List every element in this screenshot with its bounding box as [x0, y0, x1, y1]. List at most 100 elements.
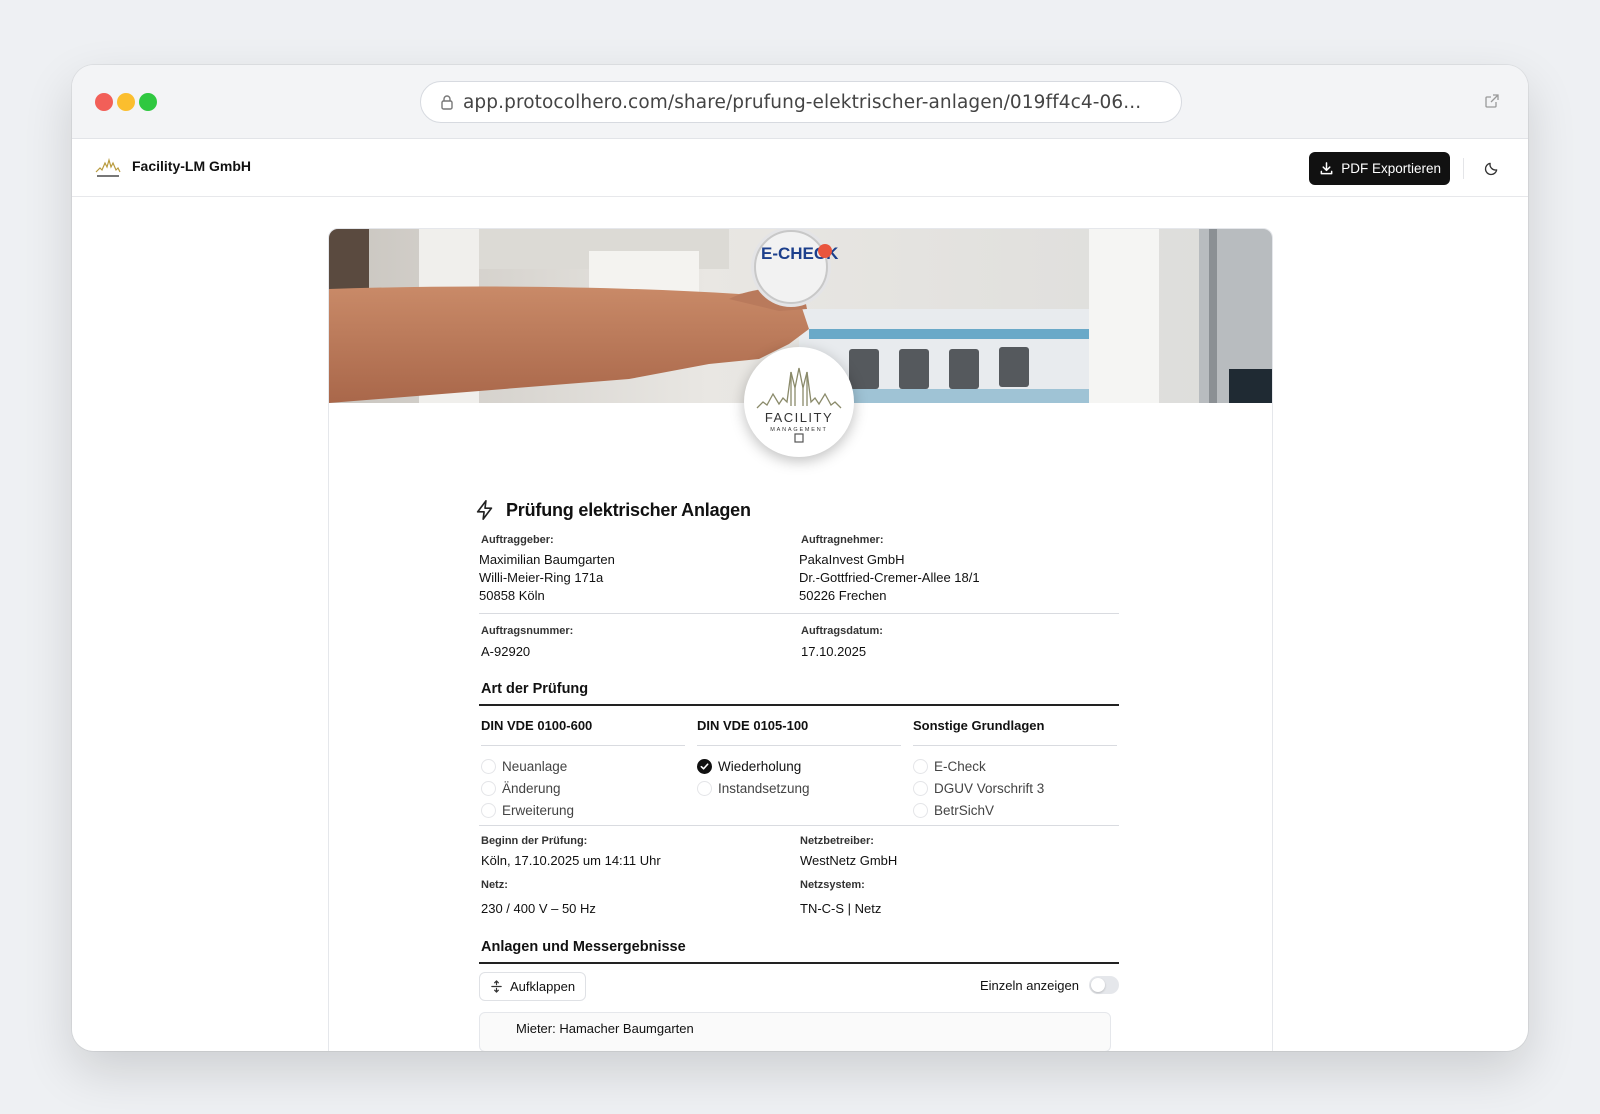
- installations-toolbar: Aufklappen Einzeln anzeigen: [479, 972, 1119, 1012]
- order-info: Auftragsnummer: A-92920 Auftragsdatum: 1…: [479, 625, 1119, 661]
- brand-logo: [95, 157, 121, 177]
- column-header: DIN VDE 0100-600: [481, 718, 685, 746]
- checkbox-wiederholung[interactable]: Wiederholung: [697, 755, 901, 777]
- document-title: Prüfung elektrischer Anlagen: [506, 499, 751, 520]
- checkbox-circle[interactable]: [481, 758, 496, 774]
- checkbox-circle[interactable]: [481, 802, 496, 818]
- test-type-columns: DIN VDE 0100-600 Neuanlage Änderung Erwe…: [481, 718, 1119, 821]
- client-name: Maximilian Baumgarten: [479, 552, 615, 567]
- contractor-label: Auftragnehmer:: [801, 534, 884, 546]
- checkbox-label: Neuanlage: [502, 758, 568, 774]
- external-link-icon[interactable]: [1484, 93, 1500, 109]
- order-number-label: Auftragsnummer:: [481, 625, 574, 637]
- network-system-value: TN-C-S | Netz: [800, 901, 882, 916]
- show-individually-control: Einzeln anzeigen: [980, 976, 1119, 994]
- show-individually-label: Einzeln anzeigen: [979, 977, 1079, 993]
- grid-operator-value: WestNetz GmbH: [800, 853, 898, 868]
- checkbox-instandsetzung[interactable]: Instandsetzung: [697, 777, 901, 799]
- checkbox-label: Änderung: [502, 780, 561, 796]
- section-title-test-type: Art der Prüfung: [481, 681, 589, 697]
- installation-accordion-item[interactable]: Mieter: Hamacher Baumgarten: [479, 1012, 1111, 1051]
- checkbox-label: Wiederholung: [718, 758, 802, 774]
- checkbox-circle[interactable]: [481, 780, 496, 796]
- parties: Auftraggeber: Maximilian Baumgarten Will…: [479, 534, 1119, 605]
- column-header: DIN VDE 0105-100: [697, 718, 901, 746]
- header-divider: [1463, 158, 1464, 179]
- checkbox-label: DGUV Vorschrift 3: [934, 780, 1045, 796]
- client-city: 50858 Köln: [479, 588, 545, 603]
- minimize-window-button[interactable]: [117, 93, 135, 111]
- grid-operator-label: Netzbetreiber:: [800, 835, 874, 847]
- order-date-label: Auftragsdatum:: [801, 625, 883, 637]
- checkbox-betrsichv[interactable]: BetrSichV: [913, 799, 1117, 821]
- expand-all-button[interactable]: Aufklappen: [479, 972, 587, 1001]
- expand-all-label: Aufklappen: [510, 979, 576, 994]
- browser-titlebar: app.protocolhero.com/share/prufung-elekt…: [72, 65, 1528, 139]
- divider: [479, 613, 1119, 614]
- column-vde-0105: DIN VDE 0105-100 Wiederholung Instandset: [697, 718, 901, 821]
- checkbox-dguv[interactable]: DGUV Vorschrift 3: [913, 777, 1117, 799]
- contractor-city: 50226 Frechen: [799, 588, 887, 603]
- checkbox-neuanlage[interactable]: Neuanlage: [481, 755, 685, 777]
- brand-name: Facility-LM GmbH: [132, 158, 252, 174]
- contractor-name: PakaInvest GmbH: [799, 552, 905, 567]
- test-start-value: Köln, 17.10.2025 um 14:11 Uhr: [481, 853, 661, 868]
- protocol-card: E-CHECK FACILITY MANAGEMENT Prüfung elek…: [328, 228, 1273, 1051]
- section-divider: [479, 962, 1119, 964]
- order-number-value: A-92920: [481, 644, 531, 659]
- document-title-row: Prüfung elektrischer Anlagen: [474, 499, 1119, 521]
- logo-text-sub: MANAGEMENT: [770, 427, 827, 433]
- client-street: Willi-Meier-Ring 171a: [479, 570, 604, 585]
- company-logo-avatar: FACILITY MANAGEMENT: [744, 347, 854, 457]
- checkbox-label: BetrSichV: [934, 802, 995, 818]
- checkbox-label: E-Check: [934, 758, 986, 774]
- lock-icon: [441, 95, 453, 110]
- column-header: Sonstige Grundlagen: [913, 718, 1117, 746]
- column-vde-0100: DIN VDE 0100-600 Neuanlage Änderung Erwe…: [481, 718, 685, 821]
- address-bar[interactable]: app.protocolhero.com/share/prufung-elekt…: [420, 81, 1182, 123]
- checkbox-circle[interactable]: [913, 802, 928, 818]
- network-value: 230 / 400 V – 50 Hz: [481, 901, 596, 916]
- checkbox-e-check[interactable]: E-Check: [913, 755, 1117, 777]
- contractor-street: Dr.-Gottfried-Cremer-Allee 18/1: [799, 570, 980, 585]
- client-block: Auftraggeber: Maximilian Baumgarten Will…: [479, 534, 799, 605]
- checkbox-erweiterung[interactable]: Erweiterung: [481, 799, 685, 821]
- facility-logo: FACILITY MANAGEMENT: [756, 367, 842, 443]
- client-label: Auftraggeber:: [481, 534, 554, 546]
- test-details-row-1: Beginn der Prüfung: Köln, 17.10.2025 um …: [481, 835, 1119, 870]
- checkbox-circle[interactable]: [913, 758, 928, 774]
- browser-window: app.protocolhero.com/share/prufung-elekt…: [72, 65, 1528, 1051]
- close-window-button[interactable]: [95, 93, 113, 111]
- address-bar-url: app.protocolhero.com/share/prufung-elekt…: [463, 91, 1142, 113]
- test-details-row-2: Netz: 230 / 400 V – 50 Hz Netzsystem: TN…: [481, 879, 1119, 918]
- download-icon: [1320, 162, 1333, 175]
- pdf-export-label: PDF Exportieren: [1341, 161, 1441, 176]
- contractor-block: Auftragnehmer: PakaInvest GmbH Dr.-Gottf…: [799, 534, 1119, 605]
- divider: [479, 825, 1119, 826]
- protocol-document: Prüfung elektrischer Anlagen Auftraggebe…: [476, 499, 1119, 1051]
- logo-text-main: FACILITY: [765, 410, 833, 425]
- section-divider: [479, 704, 1119, 706]
- checkbox-circle-checked[interactable]: [697, 758, 712, 774]
- network-label: Netz:: [481, 879, 508, 891]
- moon-icon[interactable]: [1484, 161, 1499, 176]
- page-content: E-CHECK FACILITY MANAGEMENT Prüfung elek…: [72, 198, 1528, 1051]
- order-date-value: 17.10.2025: [801, 644, 867, 659]
- test-start-label: Beginn der Prüfung:: [481, 835, 588, 847]
- pdf-export-button[interactable]: PDF Exportieren: [1309, 152, 1450, 185]
- installation-item-title: Mieter: Hamacher Baumgarten: [516, 1021, 694, 1036]
- checkbox-aenderung[interactable]: Änderung: [481, 777, 685, 799]
- checkbox-label: Instandsetzung: [718, 780, 810, 796]
- checkbox-label: Erweiterung: [502, 802, 575, 818]
- column-sonstige: Sonstige Grundlagen E-Check DGUV Vorschr…: [913, 718, 1117, 821]
- network-system-label: Netzsystem:: [800, 879, 865, 891]
- section-title-installations: Anlagen und Messergebnisse: [481, 939, 686, 955]
- checkbox-circle[interactable]: [913, 780, 928, 796]
- show-individually-toggle[interactable]: [1089, 976, 1119, 994]
- checkmark-icon: [700, 762, 709, 770]
- checkbox-circle[interactable]: [697, 780, 712, 796]
- maximize-window-button[interactable]: [139, 93, 157, 111]
- expand-icon: [491, 980, 502, 993]
- app-header: Facility-LM GmbH PDF Exportieren: [72, 140, 1528, 197]
- lightning-icon: [476, 500, 493, 520]
